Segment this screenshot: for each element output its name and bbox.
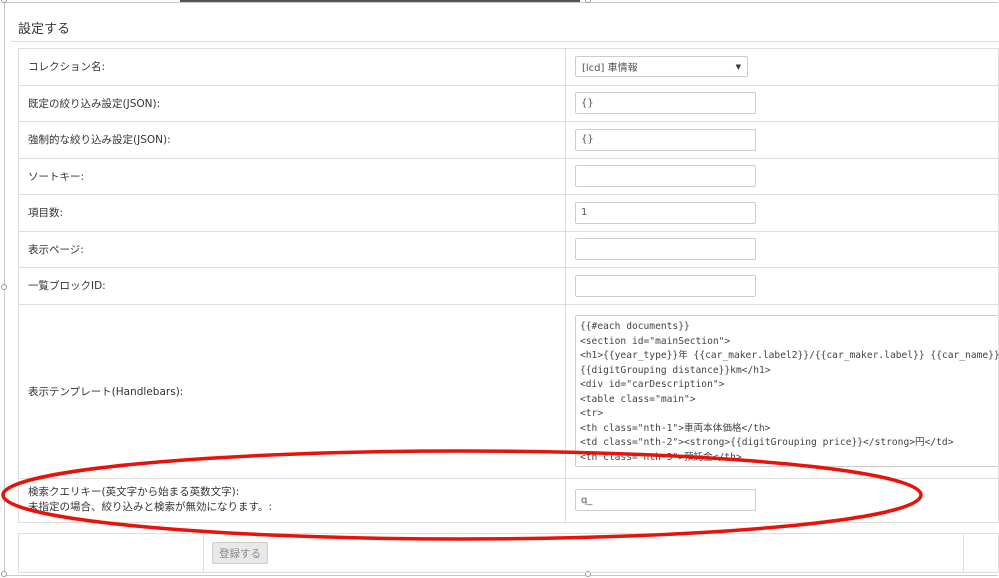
default-filter-input[interactable]: {}	[575, 92, 756, 115]
query-key-label-line1: 検索クエリキー(英文字から始まる英数文字):	[28, 486, 240, 498]
row-query-key: 検索クエリキー(英文字から始まる英数文字): 未指定の場合、絞り込みと検索が無効…	[18, 477, 999, 523]
row-default-filter: 既定の絞り込み設定(JSON): {}	[18, 84, 999, 122]
template-line: <table class="main">	[580, 393, 696, 405]
template-line: <div id="carDescription">	[580, 379, 725, 390]
row-item-count: 項目数: 1	[18, 194, 999, 232]
row-forced-filter: 強制的な絞り込み設定(JSON): {}	[18, 121, 999, 159]
template-line: <section id="mainSection">	[580, 335, 731, 347]
forced-filter-input[interactable]: {}	[575, 128, 756, 151]
row-template: 表示テンプレート(Handlebars): {{#each documents}…	[18, 303, 999, 479]
template-line: <td class="nth-4"><strong>{{digitGroupin…	[580, 465, 996, 466]
frame-top-border	[180, 0, 580, 2]
display-page-input[interactable]	[575, 238, 756, 261]
template-line: <h1>{{year_type}}年 {{car_maker.label2}}/…	[580, 350, 999, 361]
collection-select-value: [lcd] 車情報	[582, 63, 638, 75]
template-line: {{#each documents}}	[580, 321, 690, 332]
row-sort-key: ソートキー:	[18, 157, 999, 195]
sort-key-label: ソートキー:	[18, 157, 566, 195]
panel-title: 設定する	[18, 22, 71, 37]
display-page-label: 表示ページ:	[18, 230, 566, 268]
settings-table: コレクション名: [lcd] 車情報 ▼ 既定の絞り込み設定(JSON): {}…	[18, 48, 999, 523]
chevron-down-icon: ▼	[735, 62, 741, 71]
template-label: 表示テンプレート(Handlebars):	[18, 303, 566, 479]
forced-filter-label: 強制的な絞り込み設定(JSON):	[18, 121, 566, 159]
row-collection: コレクション名: [lcd] 車情報 ▼	[18, 48, 999, 86]
template-line: <th class="nth-3">預託金</th>	[580, 451, 742, 463]
query-key-label-line2: 未指定の場合、絞り込みと検索が無効になります。:	[28, 501, 272, 513]
template-line: <td class="nth-2"><strong>{{digitGroupin…	[580, 437, 954, 448]
form-footer: 登録する	[18, 533, 999, 573]
default-filter-label: 既定の絞り込み設定(JSON):	[18, 84, 566, 122]
row-display-page: 表示ページ:	[18, 230, 999, 268]
item-count-input[interactable]: 1	[575, 201, 756, 224]
collection-label: コレクション名:	[18, 48, 566, 86]
collection-select[interactable]: [lcd] 車情報 ▼	[575, 56, 748, 78]
sort-key-input[interactable]	[575, 165, 756, 188]
resize-handle-middle-left[interactable]	[1, 284, 7, 290]
title-divider	[11, 41, 999, 42]
list-block-id-label: 一覧ブロックID:	[18, 267, 566, 305]
footer-divider	[203, 534, 204, 572]
register-button[interactable]: 登録する	[212, 542, 268, 564]
template-textarea[interactable]: {{#each documents}} <section id="mainSect…	[575, 315, 999, 467]
template-line: {{digitGrouping distance}}km</h1>	[580, 364, 771, 376]
resize-handle-bottom-left[interactable]	[1, 571, 7, 577]
row-list-block-id: 一覧ブロックID:	[18, 267, 999, 305]
item-count-label: 項目数:	[18, 194, 566, 232]
template-line: <th class="nth-1">車両本体価格</th>	[580, 422, 771, 434]
query-key-label: 検索クエリキー(英文字から始まる英数文字): 未指定の場合、絞り込みと検索が無効…	[28, 485, 556, 515]
query-key-input[interactable]: q_	[575, 489, 756, 511]
template-line: <tr>	[580, 408, 604, 419]
footer-divider-right	[963, 534, 964, 572]
list-block-id-input[interactable]	[575, 274, 756, 297]
